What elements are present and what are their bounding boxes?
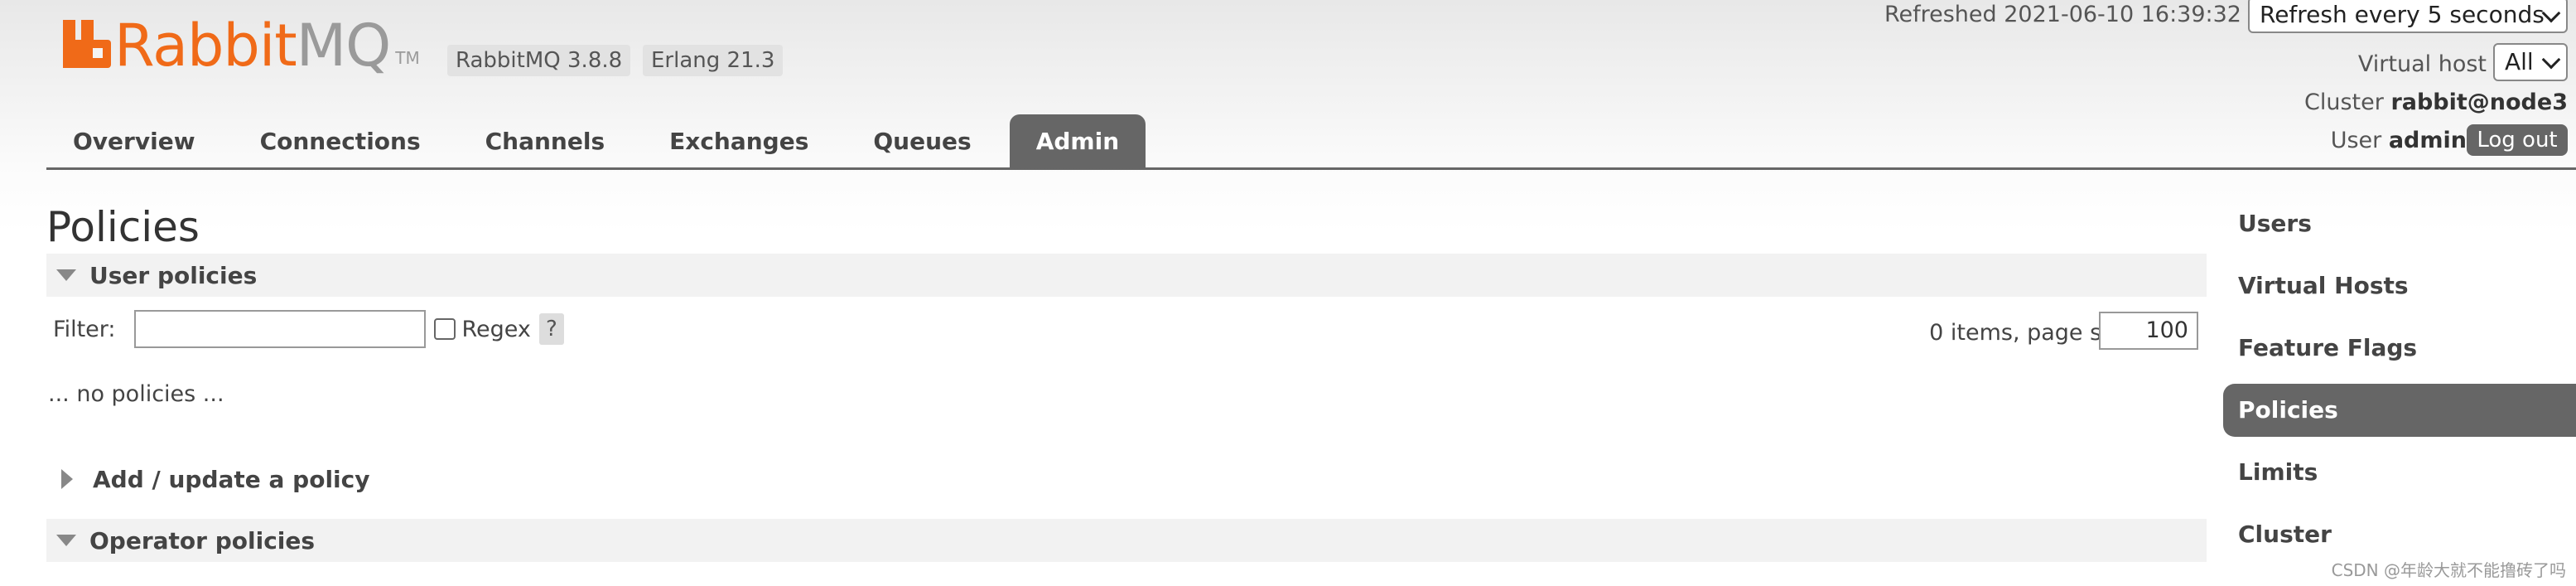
user-name: admin	[2388, 128, 2467, 153]
admin-sidebar: Users Virtual Hosts Feature Flags Polici…	[2223, 197, 2576, 570]
cluster-label: Cluster	[2304, 90, 2384, 115]
filter-row: Filter: Regex ?	[53, 310, 564, 348]
nav-divider	[46, 167, 2576, 170]
sidebar-item-users[interactable]: Users	[2223, 197, 2576, 250]
virtual-host-value: All	[2505, 48, 2534, 75]
tab-channels[interactable]: Channels	[459, 114, 632, 169]
regex-help-button[interactable]: ?	[538, 313, 564, 345]
main-nav: Overview Connections Channels Exchanges …	[46, 114, 1157, 169]
tab-connections[interactable]: Connections	[234, 114, 447, 169]
tab-admin[interactable]: Admin	[1009, 114, 1146, 169]
operator-policies-heading: Operator policies	[89, 526, 316, 555]
refresh-interval-select[interactable]: Refresh every 5 seconds	[2248, 0, 2568, 33]
rabbitmq-version-badge: RabbitMQ 3.8.8	[447, 45, 631, 76]
sidebar-item-policies[interactable]: Policies	[2223, 384, 2576, 437]
refreshed-timestamp: Refreshed 2021-06-10 16:39:32	[1884, 2, 2241, 27]
page-title: Policies	[46, 203, 200, 251]
user-info: User admin	[2331, 126, 2467, 156]
logo-trademark: TM	[395, 48, 420, 68]
logo-word-rabbit: Rabbit	[114, 12, 297, 80]
page-size-input[interactable]: 100	[2099, 312, 2198, 350]
chevron-down-icon	[2541, 3, 2561, 23]
virtual-host-select[interactable]: All	[2493, 43, 2568, 81]
empty-policies-message: ... no policies ...	[48, 381, 224, 407]
rabbitmq-logo[interactable]: RabbitMQ TM	[63, 8, 420, 75]
operator-policies-section-toggle[interactable]: Operator policies	[46, 519, 2207, 562]
triangle-down-icon	[56, 269, 76, 281]
add-update-policy-toggle[interactable]: Add / update a policy	[46, 458, 2207, 501]
sidebar-item-cluster[interactable]: Cluster	[2223, 508, 2576, 561]
user-label: User	[2330, 128, 2382, 153]
user-policies-heading: User policies	[89, 261, 258, 289]
user-policies-section-toggle[interactable]: User policies	[46, 254, 2207, 297]
sidebar-item-virtual-hosts[interactable]: Virtual Hosts	[2223, 259, 2576, 312]
sidebar-item-feature-flags[interactable]: Feature Flags	[2223, 322, 2576, 375]
filter-input[interactable]	[133, 310, 426, 348]
virtual-host-label: Virtual host	[2357, 51, 2487, 77]
cluster-name: rabbit@node3	[2390, 90, 2568, 115]
tab-queues[interactable]: Queues	[847, 114, 997, 169]
triangle-down-icon	[56, 535, 76, 546]
rabbit-logo-icon	[63, 20, 111, 68]
sidebar-item-limits[interactable]: Limits	[2223, 446, 2576, 499]
erlang-version-badge: Erlang 21.3	[643, 45, 784, 76]
logo-wordmark: RabbitMQ	[114, 17, 391, 75]
regex-label: Regex	[461, 316, 531, 342]
add-update-policy-heading: Add / update a policy	[93, 465, 370, 493]
chevron-down-icon	[2541, 50, 2561, 70]
watermark: CSDN @年龄大就不能撸砖了吗	[2331, 560, 2566, 580]
logout-button[interactable]: Log out	[2467, 124, 2568, 156]
regex-checkbox[interactable]	[433, 318, 456, 340]
triangle-right-icon	[61, 469, 73, 489]
logo-word-mq: MQ	[296, 12, 391, 80]
rabbitmq-admin-page: RabbitMQ TM RabbitMQ 3.8.8 Erlang 21.3 R…	[0, 0, 2576, 586]
tab-exchanges[interactable]: Exchanges	[643, 114, 835, 169]
refresh-interval-value: Refresh every 5 seconds	[2260, 1, 2545, 28]
filter-label: Filter:	[53, 316, 116, 342]
tab-overview[interactable]: Overview	[46, 114, 222, 169]
cluster-info: Cluster rabbit@node3	[2304, 88, 2568, 118]
